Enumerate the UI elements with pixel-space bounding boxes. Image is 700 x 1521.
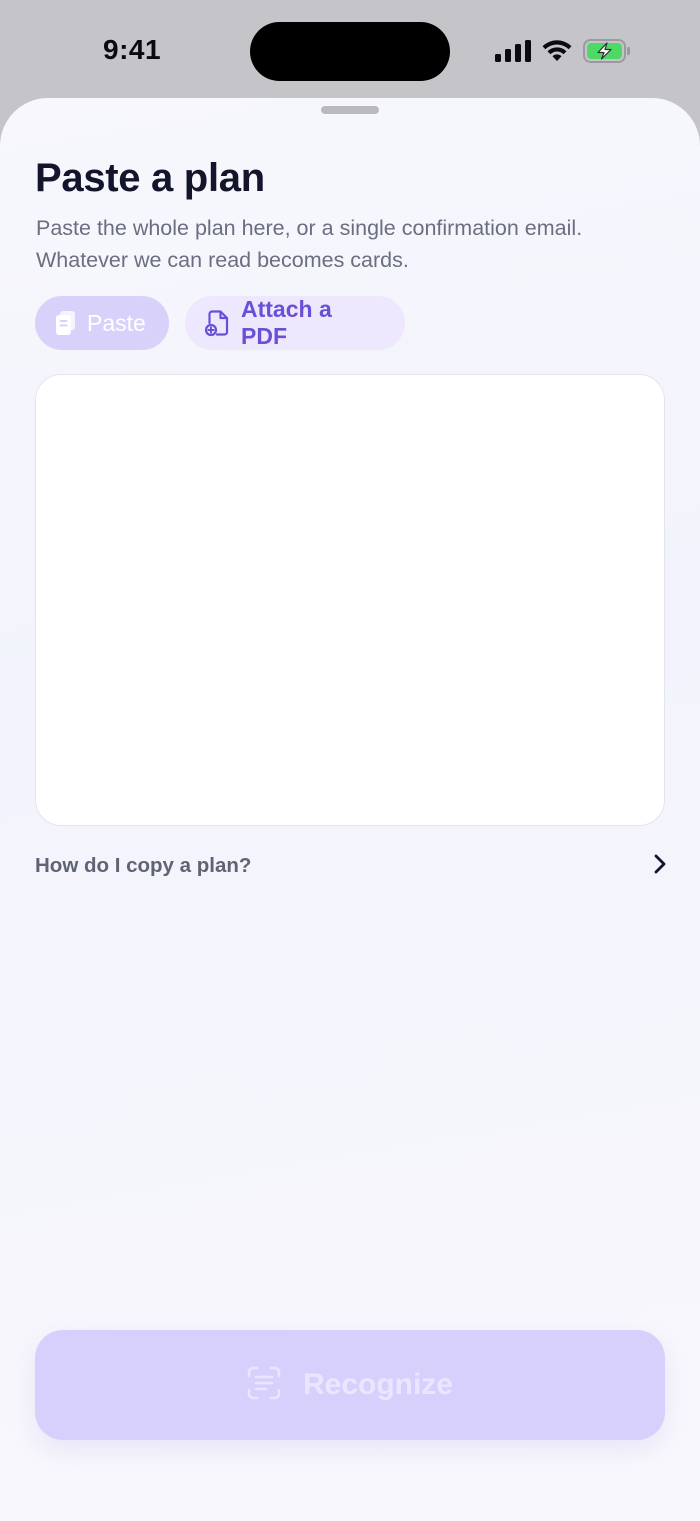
page-title: Paste a plan [35,156,265,200]
dynamic-island [250,22,450,81]
battery-charging-icon [583,39,631,63]
recognize-button-label: Recognize [302,1368,454,1401]
status-time: 9:41 [103,34,162,65]
attach-pdf-button[interactable]: Attach a PDF [185,296,405,350]
chevron-right-icon [653,853,667,880]
document-add-icon [205,309,231,337]
source-buttons: Paste Attach a PDF [35,296,405,350]
scan-text-icon [247,1366,281,1405]
paste-button-label: Paste [87,309,146,336]
status-icons [495,38,631,64]
clipboard-icon [55,310,77,336]
help-link-label: How do I copy a plan? [35,854,252,877]
wifi-icon [541,39,573,63]
plan-text-input[interactable] [35,374,665,826]
page-subtitle: Paste the whole plan here, or a single c… [36,216,583,272]
status-bar: 9:41 [0,0,700,98]
cellular-signal-icon [495,40,531,62]
attach-pdf-label: Attach a PDF [241,296,332,349]
recognize-button[interactable]: Recognize [35,1330,665,1440]
paste-button[interactable]: Paste [35,296,169,350]
help-link-row[interactable]: How do I copy a plan? [35,846,667,886]
screen: 9:41 Paste a plan Paste the whole plan h… [0,0,700,1521]
sheet-grabber[interactable] [321,106,379,114]
paste-plan-sheet: Paste a plan Paste the whole plan here, … [0,98,700,1521]
